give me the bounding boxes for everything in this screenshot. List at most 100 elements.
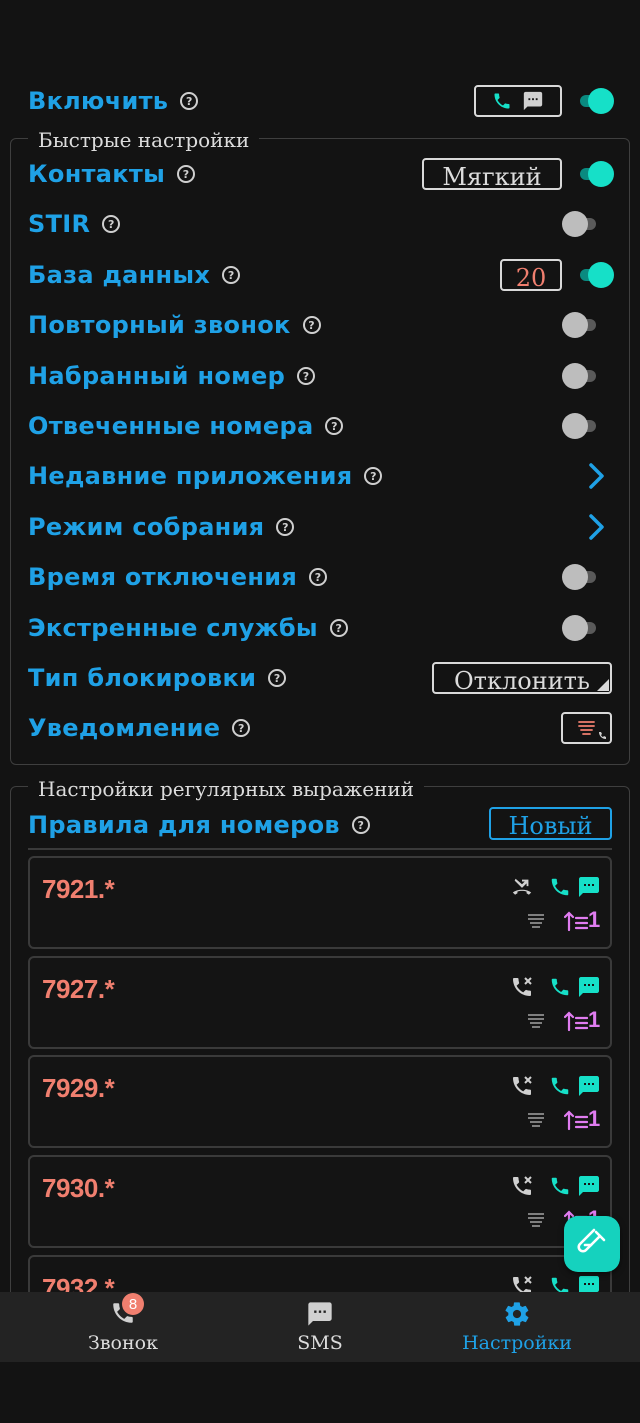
rules-row-label: Правила для номеров ? (28, 805, 370, 845)
rule-card[interactable]: 7930.* 1 (28, 1155, 612, 1248)
phone-icon (551, 1077, 569, 1095)
dropdown-corner-icon (597, 679, 609, 691)
block-type-dropdown[interactable]: Отклонить (432, 662, 612, 695)
database-value-button[interactable]: 20 (500, 259, 562, 292)
enable-label: Включить (28, 87, 169, 115)
call-reject-icon (513, 1176, 532, 1195)
block-type-label: Тип блокировки (28, 664, 257, 692)
rules-list: 7921.* 1 7927.* 1 7929.* 1 7930.* 1 (28, 856, 612, 1292)
help-icon[interactable]: ? (309, 568, 328, 586)
call-reject-icon (513, 1276, 532, 1292)
help-icon[interactable]: ? (364, 467, 383, 485)
dialed-number-row-label: Набранный номер ? (28, 356, 316, 396)
priority-icon (564, 1110, 588, 1131)
test-tube-icon (577, 1228, 606, 1253)
phone-icon (551, 1277, 569, 1292)
rule-pattern: 7927.* (42, 974, 115, 1004)
rule-priority: 1 (588, 1007, 601, 1032)
help-icon[interactable]: ? (351, 816, 370, 834)
settings-tab-label: Настройки (462, 1332, 572, 1354)
help-icon[interactable]: ? (276, 518, 295, 536)
sms-tab-label: SMS (297, 1332, 343, 1354)
help-icon[interactable]: ? (329, 619, 348, 637)
answered-numbers-label: Отвеченные номера (28, 412, 314, 440)
help-icon[interactable]: ? (177, 165, 196, 183)
sms-icon (579, 1076, 599, 1096)
phone-icon (551, 978, 569, 996)
answered-numbers-row-label: Отвеченные номера ? (28, 406, 344, 446)
rule-pattern: 7921.* (42, 874, 115, 904)
off-time-toggle[interactable] (562, 563, 602, 591)
help-icon[interactable]: ? (325, 417, 344, 435)
sms-icon (579, 1276, 599, 1292)
call-forward-icon (512, 878, 532, 895)
notification-label: Уведомление (28, 714, 221, 742)
call-reject-icon (513, 977, 532, 996)
rules-label: Правила для номеров (28, 811, 340, 839)
sms-icon (579, 1176, 599, 1196)
divider (28, 848, 612, 850)
priority-icon (564, 1011, 588, 1032)
help-icon[interactable]: ? (302, 316, 321, 334)
calls-badge: 8 (122, 1293, 144, 1315)
stir-toggle[interactable] (562, 210, 602, 238)
rule-priority: 1 (588, 1106, 601, 1131)
new-rule-button[interactable]: Новый (489, 807, 612, 840)
block-type-row-label: Тип блокировки ? (28, 658, 287, 698)
chevron-right-icon[interactable] (586, 513, 608, 541)
contacts-row-label: Контакты ? (28, 154, 196, 194)
repeated-call-toggle[interactable] (562, 311, 602, 339)
meeting-mode-label: Режим собрания (28, 513, 265, 541)
notification-settings-button[interactable] (561, 712, 612, 744)
emergency-toggle[interactable] (562, 614, 602, 642)
notification-list-icon (528, 1014, 544, 1028)
notification-list-icon (528, 1213, 544, 1227)
rule-card[interactable]: 7929.* 1 (28, 1055, 612, 1148)
help-icon[interactable]: ? (222, 266, 241, 284)
off-time-row-label: Время отключения ? (28, 557, 328, 597)
nav-settings-tab[interactable]: Настройки (446, 1292, 588, 1362)
help-icon[interactable]: ? (102, 215, 121, 233)
database-toggle[interactable] (574, 261, 614, 289)
calls-tab-label: Звонок (88, 1332, 158, 1354)
emergency-row-label: Экстренные службы ? (28, 608, 348, 648)
rule-card[interactable]: 7921.* 1 (28, 856, 612, 949)
help-icon[interactable]: ? (232, 719, 251, 737)
call-sms-type-selector[interactable] (474, 85, 562, 117)
rule-priority: 1 (588, 907, 601, 932)
sms-icon (579, 977, 599, 997)
stir-label: STIR (28, 210, 91, 238)
rule-card[interactable]: 7927.* 1 (28, 956, 612, 1049)
phone-icon (551, 1177, 569, 1195)
rule-card[interactable]: 7932.* (28, 1255, 612, 1292)
dialed-number-toggle[interactable] (562, 362, 602, 390)
contacts-toggle[interactable] (574, 160, 614, 188)
rule-pattern: 7929.* (42, 1073, 115, 1103)
test-regex-fab[interactable] (564, 1216, 620, 1272)
chevron-right-icon[interactable] (586, 462, 608, 490)
phone-icon (551, 878, 569, 896)
notification-list-icon (528, 1113, 544, 1127)
nav-calls-tab[interactable]: 8 Звонок (60, 1292, 186, 1362)
notification-list-icon (528, 914, 544, 928)
database-row-label: База данных ? (28, 255, 241, 295)
new-rule-label: Новый (508, 811, 593, 840)
enable-row-label: Включить ? (28, 81, 199, 121)
help-icon[interactable]: ? (268, 669, 287, 687)
nav-sms-tab[interactable]: SMS (257, 1292, 383, 1362)
off-time-label: Время отключения (28, 563, 298, 591)
meeting-mode-row-label[interactable]: Режим собрания ? (28, 507, 295, 547)
contacts-mode-button[interactable]: Мягкий (422, 158, 562, 191)
dialed-number-label: Набранный номер (28, 362, 286, 390)
answered-numbers-toggle[interactable] (562, 412, 602, 440)
contacts-label: Контакты (28, 160, 166, 188)
help-icon[interactable]: ? (297, 367, 316, 385)
sms-icon (579, 877, 599, 897)
enable-toggle[interactable] (574, 87, 614, 115)
recent-apps-row-label[interactable]: Недавние приложения ? (28, 456, 383, 496)
repeated-call-row-label: Повторный звонок ? (28, 305, 321, 345)
quick-settings-title: Быстрые настройки (28, 128, 260, 152)
recent-apps-label: Недавние приложения (28, 462, 353, 490)
help-icon[interactable]: ? (180, 92, 199, 110)
regex-settings-title: Настройки регулярных выражений (28, 777, 425, 801)
